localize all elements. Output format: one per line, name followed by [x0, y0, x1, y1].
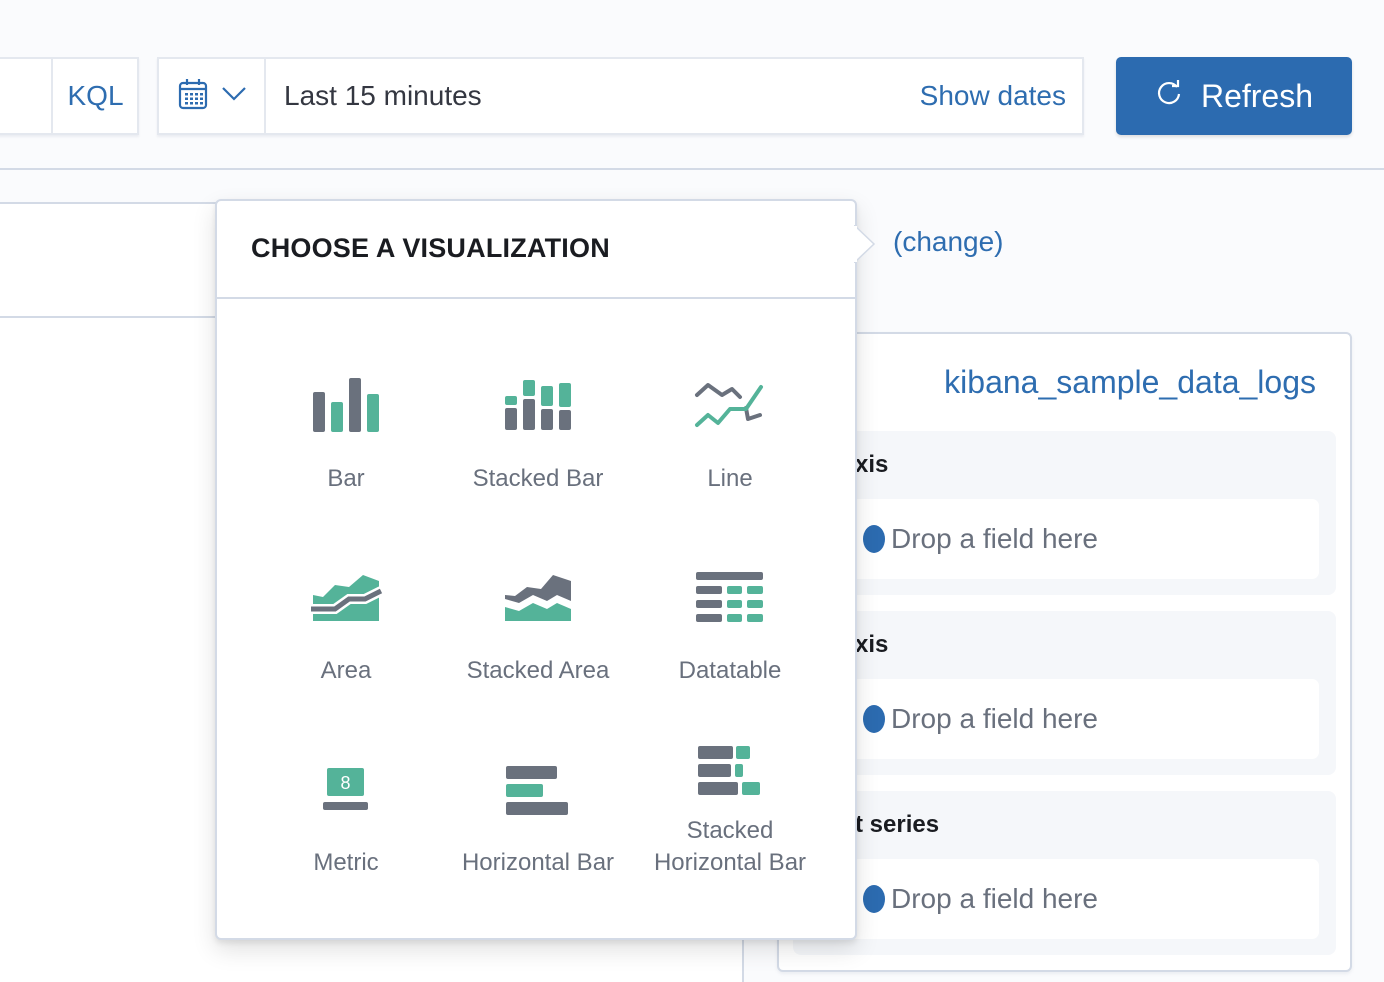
query-input-group: KQL — [0, 57, 139, 135]
dimension-label: xis — [855, 451, 889, 478]
stacked-horizontal-bar-chart-icon — [690, 737, 770, 807]
viz-option-stacked-area[interactable]: Stacked Area — [442, 543, 634, 735]
quick-date-menu-button[interactable] — [159, 59, 266, 133]
drop-zone-text: Drop a field here — [891, 703, 1099, 734]
top-nav-bar: KQL Last 15 minutes Show dates Refresh — [0, 0, 1384, 170]
visualization-grid: Bar Stacked Bar Line Area Stacked Area D… — [250, 351, 826, 927]
drop-zone[interactable]: Drop a field here — [811, 679, 1319, 759]
viz-option-stacked-horizontal-bar[interactable]: Stacked Horizontal Bar — [634, 735, 826, 927]
chevron-down-icon — [221, 86, 246, 106]
query-divider — [51, 59, 53, 133]
viz-option-datatable[interactable]: Datatable — [634, 543, 826, 735]
drop-indicator-icon — [863, 525, 885, 553]
dimension-label: t series — [855, 811, 940, 838]
query-language-toggle[interactable]: KQL — [54, 59, 137, 133]
metric-icon-value: 8 — [340, 773, 350, 793]
config-panel: kibana_sample_data_logs xis Drop a field… — [777, 332, 1352, 972]
viz-option-label: Stacked Bar — [472, 465, 604, 492]
viz-option-label: Line — [707, 465, 753, 492]
popover-divider — [217, 297, 855, 299]
index-pattern-link[interactable]: kibana_sample_data_logs — [944, 364, 1316, 401]
date-picker: Last 15 minutes Show dates — [157, 57, 1084, 135]
viz-option-area[interactable]: Area — [250, 543, 442, 735]
area-chart-icon — [306, 563, 386, 633]
viz-option-label-line: Stacked — [686, 817, 774, 844]
viz-option-line[interactable]: Line — [634, 351, 826, 543]
viz-option-horizontal-bar[interactable]: Horizontal Bar — [442, 735, 634, 927]
change-visualization-link[interactable]: (change) — [893, 226, 1004, 258]
viz-option-label: Stacked Horizontal Bar — [634, 815, 826, 879]
refresh-label: Refresh — [1200, 77, 1314, 114]
viz-option-label: Horizontal Bar — [461, 849, 615, 876]
calendar-icon — [178, 78, 208, 115]
dimension-group: xis Drop a field here — [793, 611, 1336, 775]
drop-zone[interactable]: Drop a field here — [811, 859, 1319, 939]
popover-title: CHOOSE A VISUALIZATION — [251, 233, 610, 263]
viz-option-label: Stacked Area — [466, 657, 610, 684]
viz-option-label: Datatable — [678, 657, 782, 684]
drop-indicator-icon — [863, 885, 885, 913]
drop-zone-text: Drop a field here — [891, 883, 1099, 914]
bar-chart-icon — [306, 371, 386, 441]
viz-option-label: Metric — [313, 849, 379, 876]
viz-option-label: Area — [320, 657, 372, 684]
show-dates-button[interactable]: Show dates — [920, 59, 1066, 133]
popover-arrow — [854, 225, 876, 263]
viz-option-stacked-bar[interactable]: Stacked Bar — [442, 351, 634, 543]
metric-icon: 8 — [306, 755, 386, 825]
stacked-area-chart-icon — [498, 563, 578, 633]
drop-zone[interactable]: Drop a field here — [811, 499, 1319, 579]
viz-option-metric[interactable]: 8 Metric — [250, 735, 442, 927]
refresh-button[interactable]: Refresh — [1116, 57, 1352, 135]
viz-option-label: Bar — [327, 465, 365, 492]
dimension-group: t series Drop a field here — [793, 791, 1336, 955]
datatable-icon — [690, 563, 770, 633]
drop-zone-text: Drop a field here — [891, 523, 1099, 554]
stacked-bar-chart-icon — [498, 371, 578, 441]
dimension-label: xis — [855, 631, 889, 658]
refresh-icon — [1155, 78, 1183, 115]
date-range-text[interactable]: Last 15 minutes — [284, 59, 482, 133]
dimension-group: xis Drop a field here — [793, 431, 1336, 595]
horizontal-bar-chart-icon — [498, 755, 578, 825]
drop-indicator-icon — [863, 705, 885, 733]
line-chart-icon — [690, 371, 770, 441]
viz-option-label-line: Horizontal Bar — [653, 849, 807, 876]
viz-option-bar[interactable]: Bar — [250, 351, 442, 543]
choose-visualization-popover: CHOOSE A VISUALIZATION Bar Stacked Bar L… — [215, 199, 857, 940]
